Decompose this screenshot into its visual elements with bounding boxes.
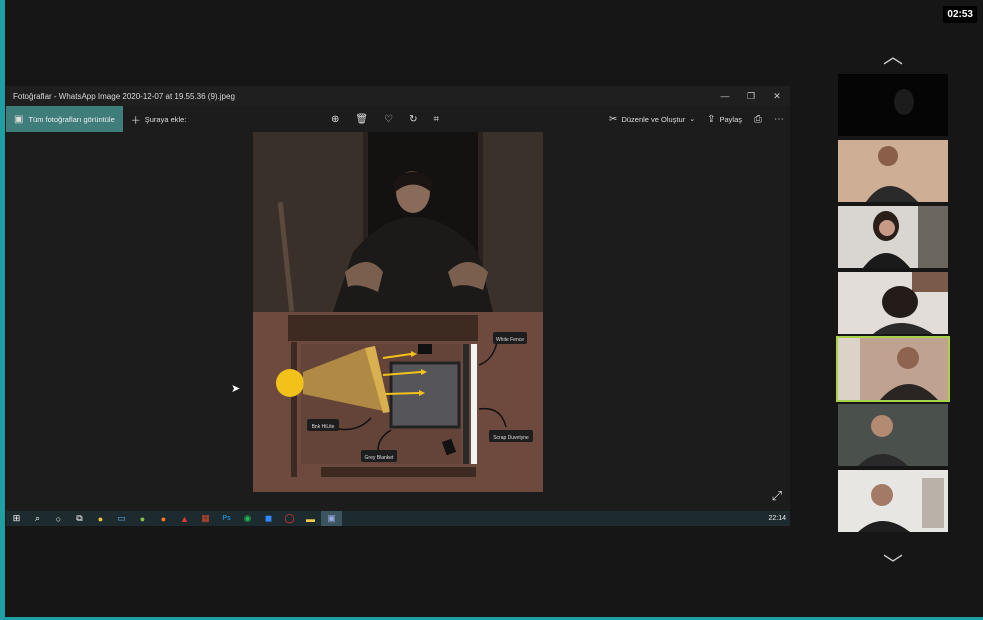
participant-tile[interactable] bbox=[838, 74, 948, 136]
restore-icon[interactable]: ❐ bbox=[738, 91, 764, 102]
participant-tile[interactable] bbox=[838, 272, 948, 334]
grey-blanket-label: Grey Blanket bbox=[365, 455, 395, 461]
photos-app-icon[interactable]: ▣ bbox=[321, 511, 342, 526]
photo-collage: White Fence Bnk HiLite Grey Blanket Scra… bbox=[253, 132, 543, 492]
participant-video bbox=[838, 140, 948, 202]
title-bar: Fotoğraflar - WhatsApp Image 2020-12-07 … bbox=[6, 86, 790, 106]
fullscreen-expand-icon[interactable]: ⤢ bbox=[772, 488, 782, 504]
more-options-icon[interactable]: ⋯ bbox=[774, 114, 784, 125]
cortana-icon[interactable]: ○ bbox=[48, 511, 69, 526]
displayed-photo: White Fence Bnk HiLite Grey Blanket Scra… bbox=[253, 132, 543, 492]
participant-video bbox=[838, 404, 948, 466]
file-explorer-icon[interactable]: ▬ bbox=[300, 511, 321, 526]
app-icon[interactable]: ● bbox=[132, 511, 153, 526]
photos-window: Fotoğraflar - WhatsApp Image 2020-12-07 … bbox=[6, 86, 790, 526]
edit-icon: ✂ bbox=[609, 113, 618, 125]
participant-tile[interactable] bbox=[838, 140, 948, 202]
photoshop-icon[interactable]: Ps bbox=[216, 511, 237, 526]
share-label: Paylaş bbox=[719, 114, 742, 124]
chevron-down-icon[interactable]: ﹀ bbox=[878, 548, 908, 577]
firefox-icon[interactable]: ● bbox=[153, 511, 174, 526]
delete-icon[interactable]: 🗑 bbox=[355, 114, 368, 125]
portrait-photo bbox=[253, 132, 543, 312]
edit-create-label: Düzenle ve Oluştur bbox=[621, 114, 686, 124]
crop-icon[interactable]: ⌗ bbox=[433, 114, 439, 125]
spotify-icon[interactable]: ◉ bbox=[237, 511, 258, 526]
zoom-in-icon[interactable]: ⊕ bbox=[331, 114, 339, 125]
participant-video bbox=[894, 89, 914, 115]
chevron-up-icon[interactable]: ︿ bbox=[878, 40, 908, 69]
opera-icon[interactable]: ◯ bbox=[279, 511, 300, 526]
plus-icon: ＋ bbox=[130, 115, 141, 127]
meeting-timer: 02:53 bbox=[943, 6, 977, 23]
monitor-icon[interactable]: ▭ bbox=[111, 511, 132, 526]
taskbar-clock: 22:14 bbox=[768, 515, 786, 522]
active-speaker-tile[interactable] bbox=[836, 336, 950, 402]
participant-video bbox=[838, 206, 948, 268]
mouse-pointer-icon: ➤ bbox=[231, 383, 241, 395]
toolbar-right: ✂ Düzenle ve Oluştur ⌄ ⇪ Paylaş ⎙ ⋯ bbox=[609, 106, 784, 132]
participant-tile[interactable] bbox=[838, 404, 948, 466]
view-all-photos-label: Tüm fotoğrafları görüntüle bbox=[28, 114, 115, 124]
close-icon[interactable]: ✕ bbox=[764, 91, 790, 102]
windows-taskbar: ⊞ ⌕ ○ ⧉ ● ▭ ● ● ▲ ▦ Ps ◉ ◼ ◯ ▬ ▣ 22:14 bbox=[6, 511, 790, 526]
bnk-hilite-label: Bnk HiLite bbox=[312, 424, 335, 430]
participant-video bbox=[838, 338, 948, 400]
minimize-icon[interactable]: — bbox=[712, 91, 738, 101]
zoom-icon[interactable]: ◼ bbox=[258, 511, 279, 526]
add-to-button[interactable]: ＋ Şuraya ekle: bbox=[131, 112, 187, 127]
favorite-heart-icon[interactable]: ♡ bbox=[384, 114, 393, 125]
white-fence-label: White Fence bbox=[496, 337, 524, 343]
window-title: Fotoğraflar - WhatsApp Image 2020-12-07 … bbox=[13, 91, 235, 101]
edit-create-button[interactable]: ✂ Düzenle ve Oluştur ⌄ bbox=[609, 114, 695, 125]
lighting-diagram: White Fence Bnk HiLite Grey Blanket Scra… bbox=[253, 312, 543, 492]
view-all-photos-button[interactable]: ▣ Tüm fotoğrafları görüntüle bbox=[6, 106, 123, 132]
chrome-icon[interactable]: ● bbox=[90, 511, 111, 526]
print-icon[interactable]: ⎙ bbox=[754, 114, 762, 125]
participant-tile[interactable] bbox=[838, 470, 948, 532]
rotate-icon[interactable]: ↻ bbox=[409, 114, 417, 125]
participant-video bbox=[838, 470, 948, 532]
participant-video bbox=[838, 272, 948, 334]
participant-tile[interactable] bbox=[838, 206, 948, 268]
add-to-label: Şuraya ekle: bbox=[144, 114, 187, 124]
screen-frame-left bbox=[0, 0, 5, 620]
share-button[interactable]: ⇪ Paylaş bbox=[707, 114, 742, 125]
search-icon[interactable]: ⌕ bbox=[27, 511, 48, 526]
share-icon: ⇪ bbox=[707, 113, 716, 125]
acrobat-icon[interactable]: ▲ bbox=[174, 511, 195, 526]
media-icon[interactable]: ▦ bbox=[195, 511, 216, 526]
image-actions: ⊕ 🗑 ♡ ↻ ⌗ bbox=[331, 106, 439, 132]
photos-toolbar: ▣ Tüm fotoğrafları görüntüle ＋ Şuraya ek… bbox=[6, 106, 790, 132]
chevron-down-icon: ⌄ bbox=[689, 116, 696, 123]
windows-start-icon[interactable]: ⊞ bbox=[6, 511, 27, 526]
scrap-duvetyne-label: Scrap Duvetyne bbox=[493, 435, 529, 441]
task-view-icon[interactable]: ⧉ bbox=[69, 511, 90, 526]
photo-icon: ▣ bbox=[14, 113, 24, 125]
